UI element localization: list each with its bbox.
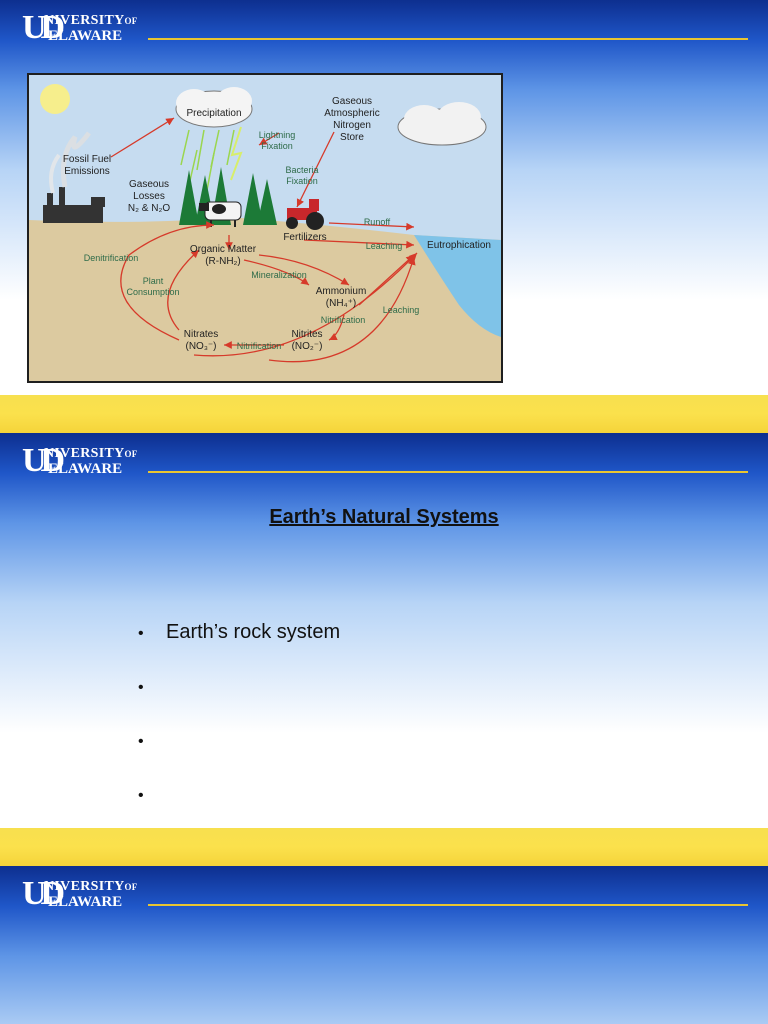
label-ammonium-1: Ammonium [316, 286, 367, 297]
label-mineralization: Mineralization [251, 270, 307, 280]
label-bacteria-1: Bacteria [285, 165, 318, 175]
slide-2: UD NIVERSITYOF ELAWARE Earth’s Natural S… [0, 433, 768, 828]
bullet-marker: • [138, 787, 144, 804]
label-nitrates-1: Nitrates [184, 329, 218, 340]
logo-line2: ELAWARE [48, 28, 123, 44]
label-eutrophication: Eutrophication [427, 240, 491, 251]
logo-of: OF [124, 449, 138, 459]
nitrogen-cycle-svg: Precipitation Gaseous Atmospheric Nitrog… [29, 84, 501, 381]
label-nitrification-2: Nitrification [237, 341, 282, 351]
logo-line1: NIVERSITY [44, 13, 125, 28]
logo-line2: ELAWARE [48, 461, 123, 477]
label-lightning-2: Fixation [261, 141, 293, 151]
label-nitrates-2: (NO₃⁻) [185, 341, 216, 352]
label-fertilizers: Fertilizers [283, 232, 326, 243]
label-ammonium-2: (NH₄⁺) [326, 298, 356, 309]
bullet-item: • [138, 675, 166, 698]
label-denitrification: Denitrification [84, 253, 139, 263]
label-leaching-2: Leaching [383, 305, 420, 315]
label-bacteria-2: Fixation [286, 176, 318, 186]
label-leaching-1: Leaching [366, 241, 403, 251]
label-losses-1: Gaseous [129, 179, 169, 190]
label-precipitation: Precipitation [186, 108, 241, 119]
slide-1-footer-band [0, 395, 768, 433]
university-logo: UD NIVERSITYOF ELAWARE [22, 876, 142, 912]
nitrogen-cycle-diagram: Precipitation Gaseous Atmospheric Nitrog… [27, 73, 503, 383]
university-logo: UD NIVERSITYOF ELAWARE [22, 10, 142, 46]
label-nitrites-2: (NO₂⁻) [292, 341, 323, 352]
bullet-item: • [138, 729, 166, 752]
label-losses-3: N₂ & N₂O [128, 203, 170, 214]
header-rule [148, 904, 748, 906]
bullet-marker: • [138, 625, 144, 642]
header-rule [148, 471, 748, 473]
logo-of: OF [124, 882, 138, 892]
bullet-item: • [138, 783, 166, 806]
slide-3: UD NIVERSITYOF ELAWARE [0, 866, 768, 1024]
label-organic-1: Organic Matter [190, 244, 257, 255]
label-gaseous-store-1: Gaseous [332, 96, 372, 107]
bullet-marker: • [138, 679, 144, 696]
sun-icon [40, 84, 70, 114]
label-losses-2: Losses [133, 191, 165, 202]
label-fossil-2: Emissions [64, 166, 110, 177]
logo-of: OF [124, 16, 138, 26]
cloud-icon [397, 102, 487, 146]
logo-line1: NIVERSITY [44, 879, 125, 894]
label-organic-2: (R-NH₂) [205, 256, 241, 267]
label-nitrites-1: Nitrites [291, 329, 322, 340]
slide-2-footer-band [0, 828, 768, 866]
logo-line1: NIVERSITY [44, 446, 125, 461]
header-rule [148, 38, 748, 40]
factory-icon [43, 131, 105, 223]
label-gaseous-store-2: Atmospheric [324, 108, 380, 119]
bullet-text: Earth’s rock system [166, 621, 341, 643]
label-gaseous-store-4: Store [340, 132, 364, 143]
logo-line2: ELAWARE [48, 894, 123, 910]
label-nitrification-1: Nitrification [321, 315, 366, 325]
precipitation-cloud-icon [175, 87, 253, 128]
slide-title: Earth’s Natural Systems [269, 506, 499, 528]
label-fossil-1: Fossil Fuel [63, 154, 111, 165]
label-plant-2: Consumption [126, 287, 179, 297]
slide-1: UD NIVERSITYOF ELAWARE Precipitation Gas… [0, 0, 768, 395]
university-logo: UD NIVERSITYOF ELAWARE [22, 443, 142, 479]
bullet-marker: • [138, 733, 144, 750]
label-lightning-1: Lightning [259, 130, 296, 140]
bullet-item: • Earth’s rock system [138, 621, 340, 644]
label-plant-1: Plant [143, 276, 164, 286]
label-runoff: Runoff [364, 217, 391, 227]
label-gaseous-store-3: Nitrogen [333, 120, 371, 131]
